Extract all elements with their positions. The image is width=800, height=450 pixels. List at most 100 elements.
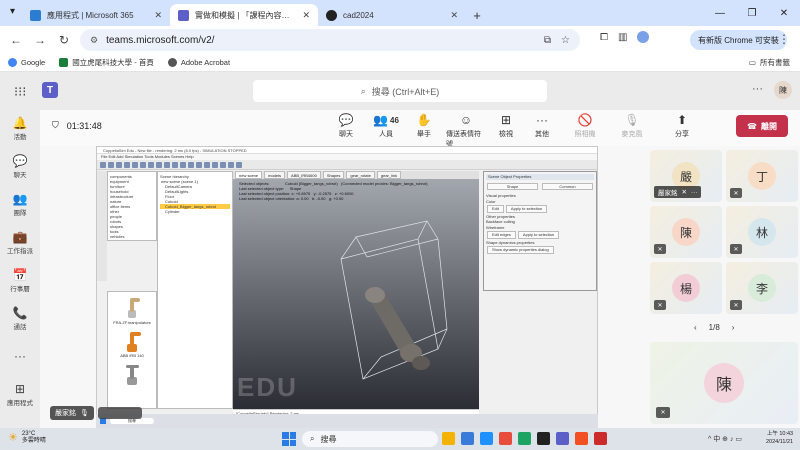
tree-item[interactable]: mobile bbox=[110, 239, 154, 240]
hierarchy-item[interactable]: Cylinder bbox=[160, 209, 230, 214]
bookmark-adobe[interactable]: Adobe Acrobat bbox=[167, 58, 230, 67]
pinned-app-icon[interactable] bbox=[556, 432, 569, 445]
close-window-icon[interactable]: ✕ bbox=[768, 0, 800, 26]
pinned-app-icon[interactable] bbox=[499, 432, 512, 445]
new-tab-button[interactable]: + bbox=[466, 4, 488, 26]
props-button[interactable]: Apply to selection bbox=[517, 231, 560, 239]
forward-icon[interactable]: → bbox=[28, 28, 52, 52]
participant-tile[interactable]: 陳 ✕ bbox=[650, 206, 722, 258]
meeting-tool-0[interactable]: 💬 聊天 bbox=[326, 113, 366, 139]
side-panel-icon[interactable]: ▥ bbox=[618, 32, 627, 43]
hangup-icon: ☎ bbox=[747, 121, 757, 131]
avatar[interactable]: 陳 bbox=[774, 81, 792, 99]
rail-item-4[interactable]: 📅 行事曆 bbox=[0, 262, 40, 300]
site-info-icon[interactable]: ⚙ bbox=[90, 35, 98, 46]
close-tab-icon[interactable]: ✕ bbox=[450, 10, 458, 21]
taskbar-search[interactable]: ⌕ 搜尋 bbox=[302, 431, 438, 447]
rail-item-1[interactable]: 💬 聊天 bbox=[0, 148, 40, 186]
pinned-app-icon[interactable] bbox=[442, 432, 455, 445]
mic-off-icon: ✕ bbox=[681, 189, 687, 196]
rail-item-5[interactable]: 📞 通話 bbox=[0, 300, 40, 338]
participant-tile[interactable]: 林 ✕ bbox=[726, 206, 798, 258]
leave-button[interactable]: ☎ 離開 bbox=[736, 115, 788, 137]
props-title: Scene Object Properties bbox=[486, 174, 594, 180]
viewport-tab[interactable]: Shapes bbox=[322, 171, 345, 179]
reload-icon[interactable]: ↻ bbox=[52, 28, 76, 52]
meeting-tool-5[interactable]: ··· 其他 bbox=[522, 113, 562, 139]
start-button[interactable] bbox=[282, 432, 296, 446]
pinned-app-icon[interactable] bbox=[594, 432, 607, 445]
close-tab-icon[interactable]: ✕ bbox=[302, 10, 310, 21]
tool-label: 照相機 bbox=[574, 131, 596, 138]
bookmark-nfu[interactable]: 國立虎尾科技大學 - 首頁 bbox=[59, 57, 154, 68]
participant-tile[interactable]: 丁 ✕ bbox=[726, 150, 798, 202]
viewport-tab[interactable]: new scene bbox=[235, 171, 263, 179]
meeting-tool-6[interactable]: 🚫 照相機 bbox=[565, 113, 605, 139]
pinned-app-icon[interactable] bbox=[575, 432, 588, 445]
pinned-app-icon[interactable] bbox=[537, 432, 550, 445]
rail-icon: 🔔 bbox=[12, 116, 28, 130]
props-button[interactable]: Show dynamic properties dialog bbox=[487, 246, 554, 254]
weather-widget[interactable]: ☀ 23°C 多雲時晴 bbox=[8, 431, 46, 445]
viewport-tab[interactable]: ABB_IRB4600 bbox=[287, 171, 321, 179]
props-button[interactable]: Edit bbox=[487, 205, 504, 213]
presenter-control-chip[interactable] bbox=[98, 407, 142, 419]
viewport-tab[interactable]: models bbox=[264, 171, 286, 179]
maximize-icon[interactable]: ❐ bbox=[736, 0, 768, 26]
meeting-tool-7[interactable]: 🎙 麥克風 bbox=[612, 113, 652, 139]
meeting-tool-3[interactable]: ☺ 傳送表情符號 bbox=[446, 113, 486, 149]
url-omnibox[interactable]: ⚙ teams.microsoft.com/v2/ ⧉ ☆ bbox=[80, 29, 580, 51]
rail-item-2[interactable]: 👥 團隊 bbox=[0, 186, 40, 224]
extensions-icon[interactable]: ⧠ bbox=[600, 32, 608, 43]
more-options-icon[interactable]: ··· bbox=[691, 189, 698, 196]
system-tray[interactable]: ^ 中 ⊕ ♪ ▭ bbox=[708, 434, 742, 444]
tool-label: 麥克風 bbox=[621, 131, 643, 138]
self-video-tile[interactable]: 陳 ✕ bbox=[650, 342, 798, 424]
tab-teams-meeting[interactable]: 實做和模擬 | 「課程內容討論」中的會議 ✕ bbox=[170, 4, 318, 26]
participant-tile[interactable]: 嚴嚴家銘 ✕ ··· bbox=[650, 150, 722, 202]
rail-item-3[interactable]: 💼 工作指派 bbox=[0, 224, 40, 262]
tab-search-icon[interactable]: ▾ bbox=[10, 6, 15, 17]
chrome-menu-icon[interactable]: ⋮ bbox=[778, 32, 790, 46]
pinned-app-icon[interactable] bbox=[518, 432, 531, 445]
minimize-icon[interactable]: — bbox=[704, 0, 736, 26]
app-launcher-icon[interactable]: ⁝⁝⁝ bbox=[14, 84, 26, 100]
participant-tile[interactable]: 李 ✕ bbox=[726, 262, 798, 314]
github-favicon-icon bbox=[326, 9, 337, 21]
teams-search-input[interactable]: ⌕ 搜尋 (Ctrl+Alt+E) bbox=[253, 80, 547, 102]
rail-item-6[interactable]: ··· bbox=[0, 338, 40, 376]
bookmark-star-icon[interactable]: ☆ bbox=[561, 35, 570, 46]
rail-item-7[interactable]: ⊞ 應用程式 bbox=[0, 376, 40, 414]
rail-label: 聊天 bbox=[13, 172, 27, 179]
mic-off-icon: ✕ bbox=[654, 300, 666, 310]
props-button[interactable]: Edit edges bbox=[487, 231, 516, 239]
prev-page-icon[interactable]: ‹ bbox=[694, 323, 697, 332]
viewport-tab[interactable]: gear_link bbox=[376, 171, 402, 179]
viewport-tab[interactable]: gear_rotate bbox=[346, 171, 375, 179]
more-options-icon[interactable]: ··· bbox=[752, 83, 763, 95]
props-tab-common[interactable]: Common bbox=[542, 182, 593, 190]
pinned-app-icon[interactable] bbox=[461, 432, 474, 445]
tab-cad2024[interactable]: cad2024 ✕ bbox=[318, 4, 466, 26]
props-tab-shape[interactable]: Shape bbox=[487, 182, 538, 190]
participant-tile[interactable]: 楊 ✕ bbox=[650, 262, 722, 314]
next-page-icon[interactable]: › bbox=[732, 323, 735, 332]
scene-hierarchy-pane: Scene hierarchy new scene (scene 1) Defaul… bbox=[157, 171, 233, 409]
all-bookmarks[interactable]: ▭ 所有書籤 bbox=[749, 57, 790, 68]
account-icon[interactable] bbox=[637, 31, 650, 43]
bookmark-google[interactable]: Google bbox=[8, 58, 45, 67]
tab-microsoft365[interactable]: 應用程式 | Microsoft 365 ✕ bbox=[22, 4, 170, 26]
system-clock[interactable]: 上午 10:43 2024/11/21 bbox=[766, 431, 793, 446]
3d-viewport[interactable]: new scene models ABB_IRB4600 Shapes gear_rot… bbox=[233, 171, 479, 409]
meeting-tool-8[interactable]: ⬆ 分享 bbox=[662, 113, 702, 139]
back-icon[interactable]: ← bbox=[4, 28, 28, 52]
meeting-tool-1[interactable]: 👥 46 人員 bbox=[366, 113, 406, 139]
chrome-update-button[interactable]: 有新版 Chrome 可安裝 bbox=[690, 30, 787, 50]
pinned-app-icon[interactable] bbox=[480, 432, 493, 445]
meeting-tool-4[interactable]: ⊞ 檢視 bbox=[486, 113, 526, 139]
rail-item-0[interactable]: 🔔 活動 bbox=[0, 110, 40, 148]
install-app-icon[interactable]: ⧉ bbox=[544, 35, 551, 46]
meeting-tool-2[interactable]: ✋ 舉手 bbox=[404, 113, 444, 139]
close-tab-icon[interactable]: ✕ bbox=[154, 10, 162, 21]
props-button[interactable]: Apply to selection bbox=[505, 205, 548, 213]
